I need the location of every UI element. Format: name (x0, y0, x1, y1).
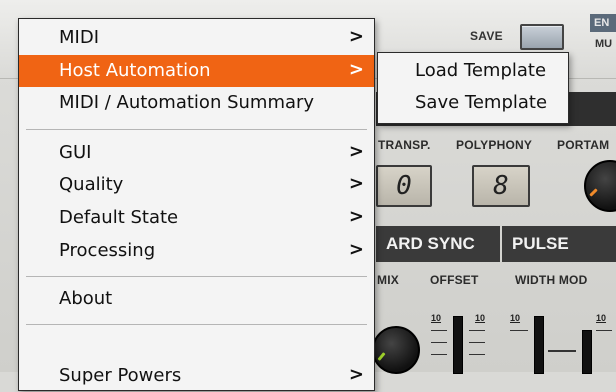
menu-item-about[interactable]: About (19, 283, 374, 315)
transp-display[interactable]: 0 (376, 165, 432, 207)
slider-tick (596, 330, 612, 331)
submenu-item-save-template[interactable]: Save Template (378, 88, 568, 120)
menu-item-label: Processing (59, 240, 156, 261)
polyphony-display[interactable]: 8 (472, 165, 530, 207)
menu-item-label: About (59, 288, 113, 309)
menu-item-label: Super Powers (59, 365, 182, 386)
menu-item-quality[interactable]: Quality > (19, 169, 374, 201)
menu-separator (26, 129, 367, 130)
knob-indicator (377, 352, 386, 361)
slider-tick (431, 342, 447, 343)
tick-label: 10 (431, 313, 442, 323)
knob-indicator (589, 188, 598, 197)
submenu-item-load-template[interactable]: Load Template (378, 56, 568, 88)
slider-tick (548, 350, 576, 352)
chevron-right-icon: > (348, 59, 364, 80)
en-tag: EN (590, 14, 616, 32)
hard-sync-section: ARD SYNC (376, 226, 500, 262)
menu-item-midi[interactable]: MIDI > (19, 22, 374, 54)
slider-tick (431, 330, 447, 331)
offset-slider[interactable] (453, 316, 463, 374)
width-slider[interactable] (534, 316, 544, 374)
host-automation-submenu: Load Template Save Template (377, 52, 569, 124)
offset-label: OFFSET (430, 273, 479, 287)
mix-label: MIX (377, 273, 399, 287)
menu-item-label: Host Automation (59, 60, 211, 81)
menu-item-host-automation[interactable]: Host Automation > (19, 55, 374, 87)
menu-item-label: MIDI (59, 27, 100, 48)
chevron-right-icon: > (348, 141, 364, 162)
pulse-section: PULSE (502, 226, 616, 262)
width-mod-label: WIDTH MOD (515, 273, 588, 287)
menu-item-label: MIDI / Automation Summary (59, 92, 315, 113)
context-menu: MIDI > Host Automation > MIDI / Automati… (18, 18, 375, 391)
save-button[interactable] (520, 24, 564, 50)
chevron-right-icon: > (348, 364, 364, 385)
portamento-label: PORTAM (557, 138, 610, 152)
menu-item-midi-automation-summary[interactable]: MIDI / Automation Summary (19, 87, 374, 119)
menu-item-super-powers[interactable]: Super Powers > (19, 360, 374, 392)
slider-tick (431, 354, 447, 355)
menu-separator (26, 324, 367, 325)
portamento-knob[interactable] (584, 160, 616, 212)
mod-slider[interactable] (582, 330, 592, 374)
menu-item-label: GUI (59, 142, 92, 163)
menu-item-label: Quality (59, 174, 124, 195)
chevron-right-icon: > (348, 173, 364, 194)
menu-item-processing[interactable]: Processing > (19, 235, 374, 267)
menu-separator (26, 276, 367, 277)
menu-item-default-state[interactable]: Default State > (19, 202, 374, 234)
slider-tick (469, 354, 485, 355)
chevron-right-icon: > (348, 239, 364, 260)
mu-label: MU (595, 38, 613, 50)
tick-label: 10 (475, 313, 486, 323)
mix-knob[interactable] (372, 326, 420, 374)
slider-tick (469, 330, 485, 331)
tick-label: 10 (510, 313, 521, 323)
chevron-right-icon: > (348, 26, 364, 47)
slider-tick (510, 330, 528, 331)
save-label: SAVE (470, 29, 503, 43)
polyphony-label: POLYPHONY (456, 138, 533, 152)
chevron-right-icon: > (348, 206, 364, 227)
menu-item-label: Default State (59, 207, 179, 228)
submenu-item-label: Load Template (415, 60, 547, 81)
slider-tick (469, 342, 485, 343)
transp-label: TRANSP. (378, 138, 431, 152)
tick-label: 10 (596, 313, 607, 323)
menu-item-gui[interactable]: GUI > (19, 137, 374, 169)
submenu-item-label: Save Template (415, 92, 548, 113)
